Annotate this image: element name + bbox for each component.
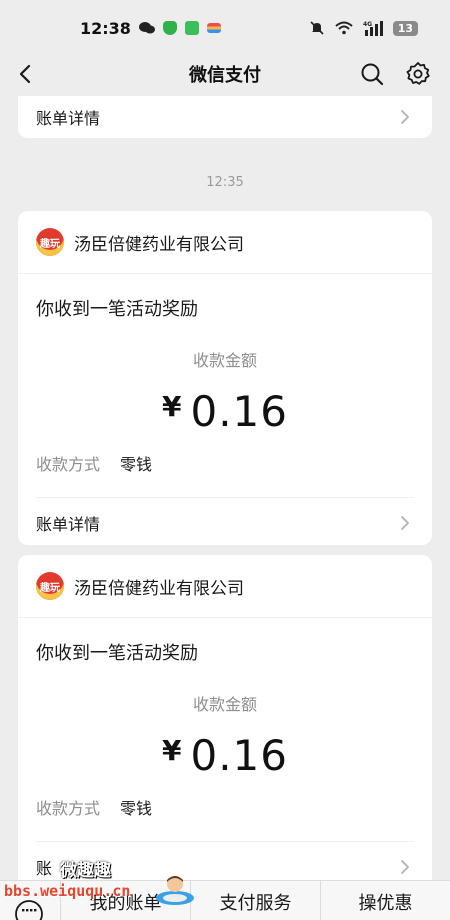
notification-title: 你收到一笔活动奖励 bbox=[36, 299, 198, 320]
wifi-icon bbox=[335, 21, 353, 35]
site-watermark: 微趣趣 bbs.weiququ.cn bbox=[4, 850, 204, 906]
amount-label: 收款金额 bbox=[192, 351, 257, 370]
gear-icon[interactable] bbox=[404, 60, 432, 88]
signal-icon: 4G bbox=[363, 21, 383, 36]
amount-value: ¥0.16 bbox=[18, 387, 432, 436]
card-header: 趣玩 汤臣倍健药业有限公司 bbox=[18, 211, 432, 274]
battery-indicator: 13 bbox=[392, 20, 418, 36]
previous-notification-card: 账单详情 bbox=[18, 96, 432, 138]
back-arrow-icon[interactable] bbox=[14, 60, 42, 88]
bill-detail-row[interactable]: 账单详情 bbox=[36, 500, 414, 545]
amount-value: ¥0.16 bbox=[18, 731, 432, 780]
merchant-logo: 趣玩 bbox=[36, 228, 64, 256]
message-timestamp: 12:35 bbox=[206, 175, 244, 190]
amount-label: 收款金额 bbox=[192, 695, 257, 714]
watermark-title: 微趣趣 bbox=[60, 861, 111, 881]
page-title: 微信支付 bbox=[189, 65, 261, 86]
payment-method-label: 收款方式 bbox=[36, 455, 101, 474]
bill-detail-label: 账单详情 bbox=[36, 109, 101, 128]
amount-number: 0.16 bbox=[190, 387, 288, 436]
notification-title: 你收到一笔活动奖励 bbox=[36, 643, 198, 664]
message-notification-icon bbox=[184, 21, 199, 35]
payment-notification-card[interactable]: 趣玩 汤臣倍健药业有限公司 你收到一笔活动奖励 收款金额 ¥0.16 收款方式零… bbox=[18, 211, 432, 545]
merchant-name: 汤臣倍健药业有限公司 bbox=[74, 234, 244, 255]
app-notification-icon bbox=[206, 23, 221, 33]
bill-detail-label: 账单详情 bbox=[36, 515, 101, 534]
payment-method-value: 零钱 bbox=[120, 455, 153, 474]
tab-payment-services[interactable]: 支付服务 bbox=[190, 880, 320, 920]
divider bbox=[36, 841, 414, 842]
chevron-right-icon bbox=[401, 860, 409, 874]
payment-method: 收款方式 零钱 bbox=[36, 795, 152, 819]
swimmer-mascot-icon bbox=[156, 876, 194, 905]
tab-offers[interactable]: 操优惠 bbox=[320, 880, 450, 920]
chevron-right-icon bbox=[401, 110, 409, 124]
card-header: 趣玩 汤臣倍健药业有限公司 bbox=[18, 555, 432, 618]
payment-method-label: 收款方式 bbox=[36, 799, 101, 818]
currency-symbol: ¥ bbox=[162, 734, 183, 767]
shield-notification-icon bbox=[162, 21, 177, 35]
merchant-logo: 趣玩 bbox=[36, 572, 64, 600]
search-icon[interactable] bbox=[358, 60, 386, 88]
amount-number: 0.16 bbox=[190, 731, 288, 780]
merchant-name: 汤臣倍健药业有限公司 bbox=[74, 578, 244, 599]
status-bar: 12:38 4G 13 bbox=[0, 0, 450, 56]
status-time: 12:38 bbox=[80, 18, 131, 38]
payment-method-value: 零钱 bbox=[120, 799, 153, 818]
divider bbox=[36, 497, 414, 498]
watermark-url: bbs.weiququ.cn bbox=[4, 882, 131, 900]
navigation-bar: 微信支付 bbox=[0, 52, 450, 96]
chevron-right-icon bbox=[401, 516, 409, 530]
svg-text:4G: 4G bbox=[363, 21, 372, 28]
mute-icon bbox=[310, 21, 324, 35]
payment-notification-card[interactable]: 趣玩 汤臣倍健药业有限公司 你收到一笔活动奖励 收款金额 ¥0.16 收款方式零… bbox=[18, 555, 432, 895]
wechat-notification-icon bbox=[138, 22, 155, 34]
payment-method: 收款方式 零钱 bbox=[36, 451, 152, 475]
currency-symbol: ¥ bbox=[162, 390, 183, 423]
bill-detail-row[interactable]: 账单详情 bbox=[36, 96, 414, 138]
